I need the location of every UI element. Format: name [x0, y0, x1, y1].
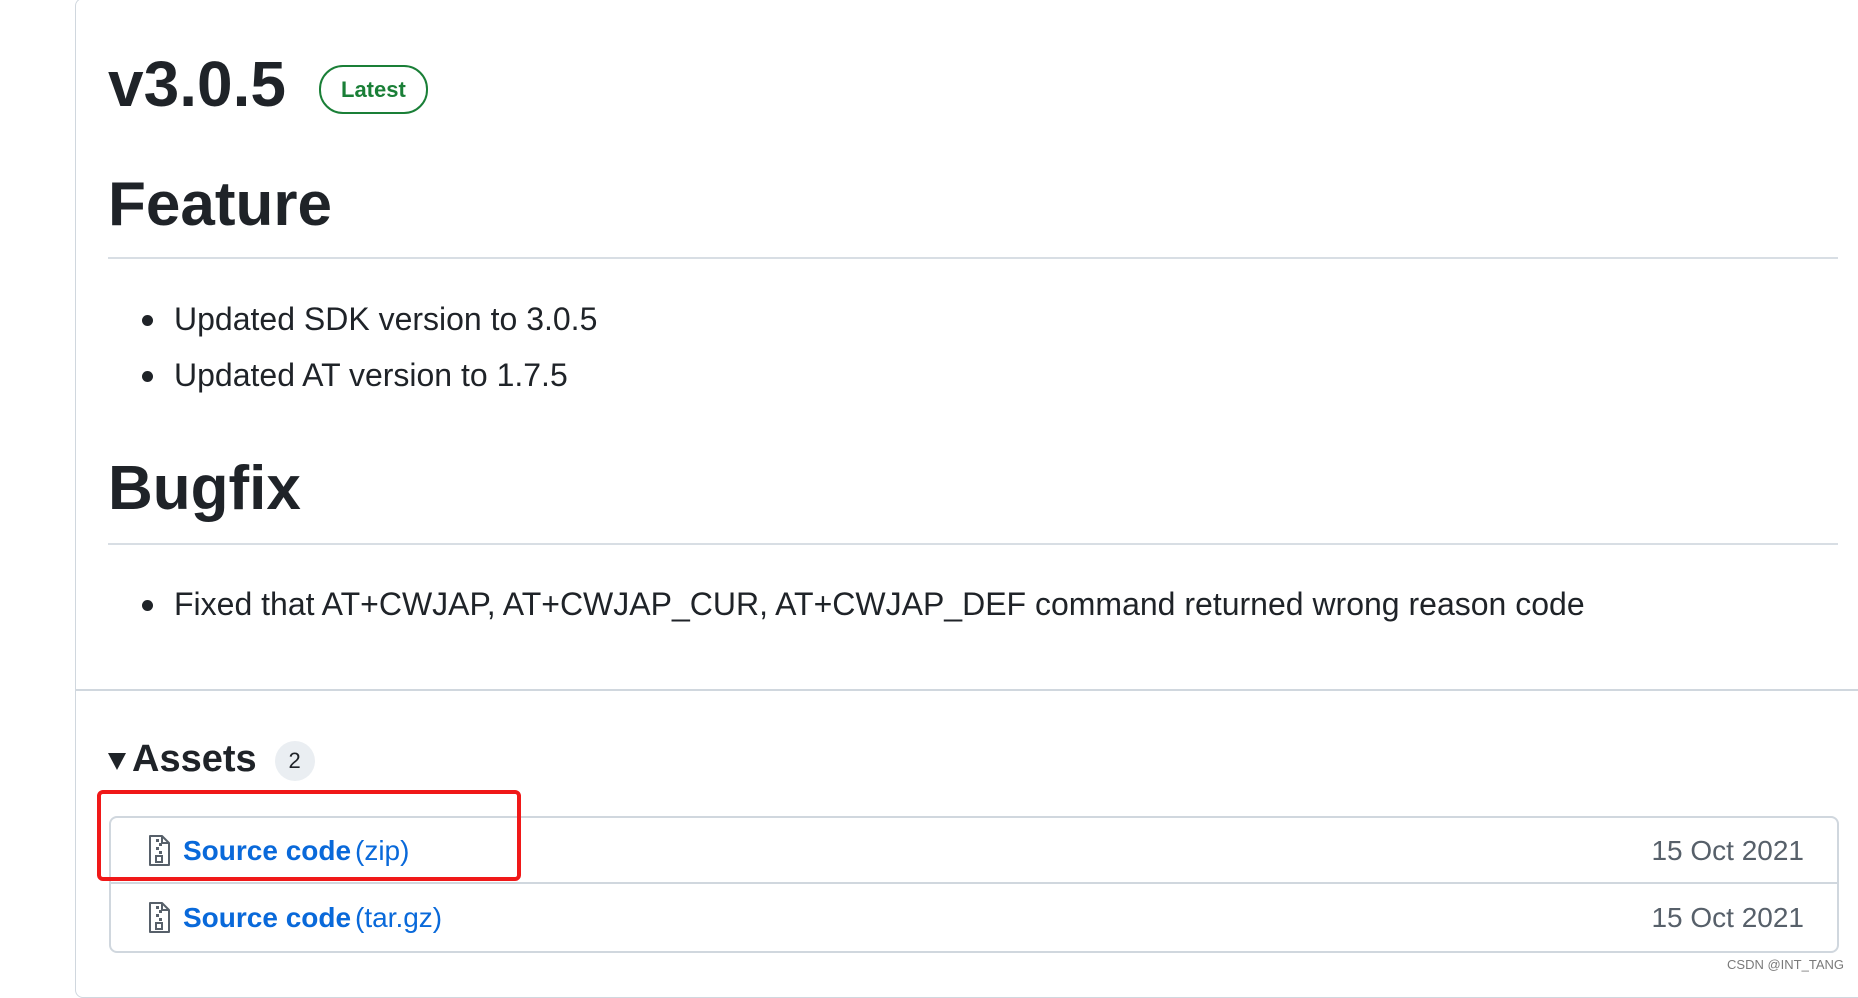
latest-badge: Latest	[319, 65, 428, 114]
watermark: CSDN @INT_TANG	[1727, 957, 1844, 972]
asset-date: 15 Oct 2021	[1651, 835, 1804, 866]
red-highlight-box	[97, 790, 521, 881]
asset-link-source-code-targz[interactable]: Source code	[183, 899, 351, 937]
list-item: Updated SDK version to 3.0.5	[138, 291, 597, 347]
release-version-title[interactable]: v3.0.5	[108, 42, 286, 126]
asset-row-targz: Source code (tar.gz) 15 Oct 2021	[111, 885, 1837, 951]
list-item: Updated AT version to 1.7.5	[138, 347, 597, 403]
file-zip-icon	[149, 902, 170, 933]
bugfix-list: Fixed that AT+CWJAP, AT+CWJAP_CUR, AT+CW…	[138, 576, 1585, 632]
triangle-down-icon	[108, 752, 126, 770]
assets-title: Assets	[132, 737, 257, 780]
feature-heading: Feature	[108, 170, 332, 239]
assets-divider	[76, 689, 1858, 691]
bugfix-heading: Bugfix	[108, 454, 301, 523]
assets-toggle[interactable]: Assets 2	[108, 735, 315, 783]
bugfix-divider	[108, 543, 1838, 545]
asset-ext-targz[interactable]: (tar.gz)	[355, 899, 442, 937]
list-item: Fixed that AT+CWJAP, AT+CWJAP_CUR, AT+CW…	[138, 576, 1585, 632]
feature-list: Updated SDK version to 3.0.5 Updated AT …	[138, 291, 597, 403]
asset-date: 15 Oct 2021	[1651, 902, 1804, 933]
feature-divider	[108, 257, 1838, 259]
assets-count-badge: 2	[274, 741, 315, 781]
